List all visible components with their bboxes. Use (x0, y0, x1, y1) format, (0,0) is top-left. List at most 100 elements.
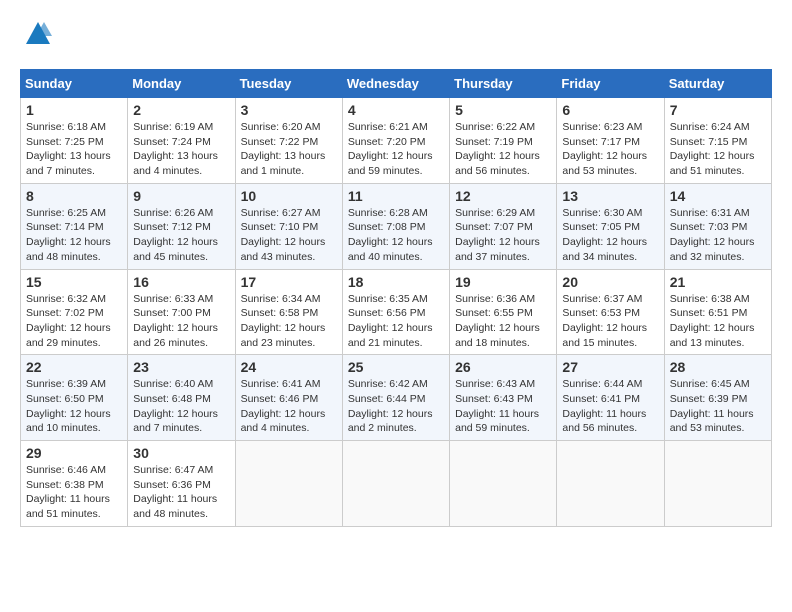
day-number: 5 (455, 102, 551, 118)
calendar-cell: 13 Sunrise: 6:30 AMSunset: 7:05 PMDayligh… (557, 183, 664, 269)
calendar-cell: 26 Sunrise: 6:43 AMSunset: 6:43 PMDayligh… (450, 355, 557, 441)
day-info: Sunrise: 6:29 AMSunset: 7:07 PMDaylight:… (455, 206, 551, 265)
column-header-saturday: Saturday (664, 70, 771, 98)
calendar-week-row: 22 Sunrise: 6:39 AMSunset: 6:50 PMDayligh… (21, 355, 772, 441)
day-number: 30 (133, 445, 229, 461)
day-info: Sunrise: 6:18 AMSunset: 7:25 PMDaylight:… (26, 120, 122, 179)
column-header-thursday: Thursday (450, 70, 557, 98)
day-info: Sunrise: 6:23 AMSunset: 7:17 PMDaylight:… (562, 120, 658, 179)
calendar-week-row: 15 Sunrise: 6:32 AMSunset: 7:02 PMDayligh… (21, 269, 772, 355)
day-info: Sunrise: 6:43 AMSunset: 6:43 PMDaylight:… (455, 377, 551, 436)
calendar-cell: 16Sunrise: 6:33 AMSunset: 7:00 PMDayligh… (128, 269, 235, 355)
calendar-cell: 3Sunrise: 6:20 AMSunset: 7:22 PMDaylight… (235, 98, 342, 184)
day-number: 29 (26, 445, 122, 461)
column-header-tuesday: Tuesday (235, 70, 342, 98)
calendar-cell: 23 Sunrise: 6:40 AMSunset: 6:48 PMDayligh… (128, 355, 235, 441)
page-header (20, 20, 772, 53)
day-info: Sunrise: 6:42 AMSunset: 6:44 PMDaylight:… (348, 377, 444, 436)
calendar-cell: 20 Sunrise: 6:37 AMSunset: 6:53 PMDayligh… (557, 269, 664, 355)
column-header-sunday: Sunday (21, 70, 128, 98)
logo-icon (24, 20, 52, 48)
calendar-week-row: 29 Sunrise: 6:46 AMSunset: 6:38 PMDayligh… (21, 441, 772, 527)
day-number: 19 (455, 274, 551, 290)
day-number: 27 (562, 359, 658, 375)
day-number: 7 (670, 102, 766, 118)
calendar-cell (450, 441, 557, 527)
day-info: Sunrise: 6:19 AMSunset: 7:24 PMDaylight:… (133, 120, 229, 179)
day-info: Sunrise: 6:33 AMSunset: 7:00 PMDaylight:… (133, 292, 229, 351)
calendar-cell (664, 441, 771, 527)
calendar-week-row: 1 Sunrise: 6:18 AMSunset: 7:25 PMDaylight… (21, 98, 772, 184)
day-number: 26 (455, 359, 551, 375)
calendar-cell (342, 441, 449, 527)
calendar-cell: 19 Sunrise: 6:36 AMSunset: 6:55 PMDayligh… (450, 269, 557, 355)
day-info: Sunrise: 6:30 AMSunset: 7:05 PMDaylight:… (562, 206, 658, 265)
day-info: Sunrise: 6:47 AMSunset: 6:36 PMDaylight:… (133, 463, 229, 522)
logo (20, 20, 52, 53)
day-number: 23 (133, 359, 229, 375)
logo-text (20, 20, 52, 53)
day-number: 14 (670, 188, 766, 204)
day-number: 12 (455, 188, 551, 204)
calendar-cell: 12 Sunrise: 6:29 AMSunset: 7:07 PMDayligh… (450, 183, 557, 269)
day-info: Sunrise: 6:40 AMSunset: 6:48 PMDaylight:… (133, 377, 229, 436)
day-number: 8 (26, 188, 122, 204)
calendar-header-row: SundayMondayTuesdayWednesdayThursdayFrid… (21, 70, 772, 98)
calendar-cell (235, 441, 342, 527)
day-number: 15 (26, 274, 122, 290)
day-info: Sunrise: 6:22 AMSunset: 7:19 PMDaylight:… (455, 120, 551, 179)
column-header-wednesday: Wednesday (342, 70, 449, 98)
day-number: 17 (241, 274, 337, 290)
day-info: Sunrise: 6:41 AMSunset: 6:46 PMDaylight:… (241, 377, 337, 436)
day-number: 21 (670, 274, 766, 290)
calendar-cell: 8 Sunrise: 6:25 AMSunset: 7:14 PMDaylight… (21, 183, 128, 269)
day-info: Sunrise: 6:34 AMSunset: 6:58 PMDaylight:… (241, 292, 337, 351)
day-number: 9 (133, 188, 229, 204)
calendar-cell: 10 Sunrise: 6:27 AMSunset: 7:10 PMDayligh… (235, 183, 342, 269)
day-info: Sunrise: 6:24 AMSunset: 7:15 PMDaylight:… (670, 120, 766, 179)
calendar-cell: 28Sunrise: 6:45 AMSunset: 6:39 PMDayligh… (664, 355, 771, 441)
calendar-cell: 27 Sunrise: 6:44 AMSunset: 6:41 PMDayligh… (557, 355, 664, 441)
day-info: Sunrise: 6:25 AMSunset: 7:14 PMDaylight:… (26, 206, 122, 265)
calendar-cell: 29 Sunrise: 6:46 AMSunset: 6:38 PMDayligh… (21, 441, 128, 527)
day-number: 1 (26, 102, 122, 118)
calendar-cell: 21Sunrise: 6:38 AMSunset: 6:51 PMDayligh… (664, 269, 771, 355)
day-number: 18 (348, 274, 444, 290)
day-number: 13 (562, 188, 658, 204)
day-info: Sunrise: 6:32 AMSunset: 7:02 PMDaylight:… (26, 292, 122, 351)
day-info: Sunrise: 6:28 AMSunset: 7:08 PMDaylight:… (348, 206, 444, 265)
calendar-cell: 4Sunrise: 6:21 AMSunset: 7:20 PMDaylight… (342, 98, 449, 184)
day-info: Sunrise: 6:46 AMSunset: 6:38 PMDaylight:… (26, 463, 122, 522)
calendar-week-row: 8 Sunrise: 6:25 AMSunset: 7:14 PMDaylight… (21, 183, 772, 269)
calendar-cell: 7 Sunrise: 6:24 AMSunset: 7:15 PMDaylight… (664, 98, 771, 184)
day-number: 10 (241, 188, 337, 204)
day-info: Sunrise: 6:36 AMSunset: 6:55 PMDaylight:… (455, 292, 551, 351)
day-number: 25 (348, 359, 444, 375)
day-number: 22 (26, 359, 122, 375)
day-info: Sunrise: 6:44 AMSunset: 6:41 PMDaylight:… (562, 377, 658, 436)
column-header-monday: Monday (128, 70, 235, 98)
day-info: Sunrise: 6:31 AMSunset: 7:03 PMDaylight:… (670, 206, 766, 265)
calendar: SundayMondayTuesdayWednesdayThursdayFrid… (20, 69, 772, 527)
day-info: Sunrise: 6:27 AMSunset: 7:10 PMDaylight:… (241, 206, 337, 265)
calendar-cell: 18Sunrise: 6:35 AMSunset: 6:56 PMDayligh… (342, 269, 449, 355)
calendar-cell: 24Sunrise: 6:41 AMSunset: 6:46 PMDayligh… (235, 355, 342, 441)
calendar-cell: 2Sunrise: 6:19 AMSunset: 7:24 PMDaylight… (128, 98, 235, 184)
day-number: 20 (562, 274, 658, 290)
calendar-cell: 17 Sunrise: 6:34 AMSunset: 6:58 PMDayligh… (235, 269, 342, 355)
calendar-cell: 11 Sunrise: 6:28 AMSunset: 7:08 PMDayligh… (342, 183, 449, 269)
day-number: 11 (348, 188, 444, 204)
day-info: Sunrise: 6:39 AMSunset: 6:50 PMDaylight:… (26, 377, 122, 436)
day-number: 3 (241, 102, 337, 118)
calendar-cell: 6 Sunrise: 6:23 AMSunset: 7:17 PMDaylight… (557, 98, 664, 184)
calendar-cell: 1 Sunrise: 6:18 AMSunset: 7:25 PMDaylight… (21, 98, 128, 184)
calendar-cell: 9 Sunrise: 6:26 AMSunset: 7:12 PMDaylight… (128, 183, 235, 269)
day-info: Sunrise: 6:26 AMSunset: 7:12 PMDaylight:… (133, 206, 229, 265)
day-info: Sunrise: 6:21 AMSunset: 7:20 PMDaylight:… (348, 120, 444, 179)
calendar-cell: 15 Sunrise: 6:32 AMSunset: 7:02 PMDayligh… (21, 269, 128, 355)
calendar-cell: 30 Sunrise: 6:47 AMSunset: 6:36 PMDayligh… (128, 441, 235, 527)
calendar-cell: 14 Sunrise: 6:31 AMSunset: 7:03 PMDayligh… (664, 183, 771, 269)
calendar-cell: 25 Sunrise: 6:42 AMSunset: 6:44 PMDayligh… (342, 355, 449, 441)
day-info: Sunrise: 6:37 AMSunset: 6:53 PMDaylight:… (562, 292, 658, 351)
day-number: 6 (562, 102, 658, 118)
